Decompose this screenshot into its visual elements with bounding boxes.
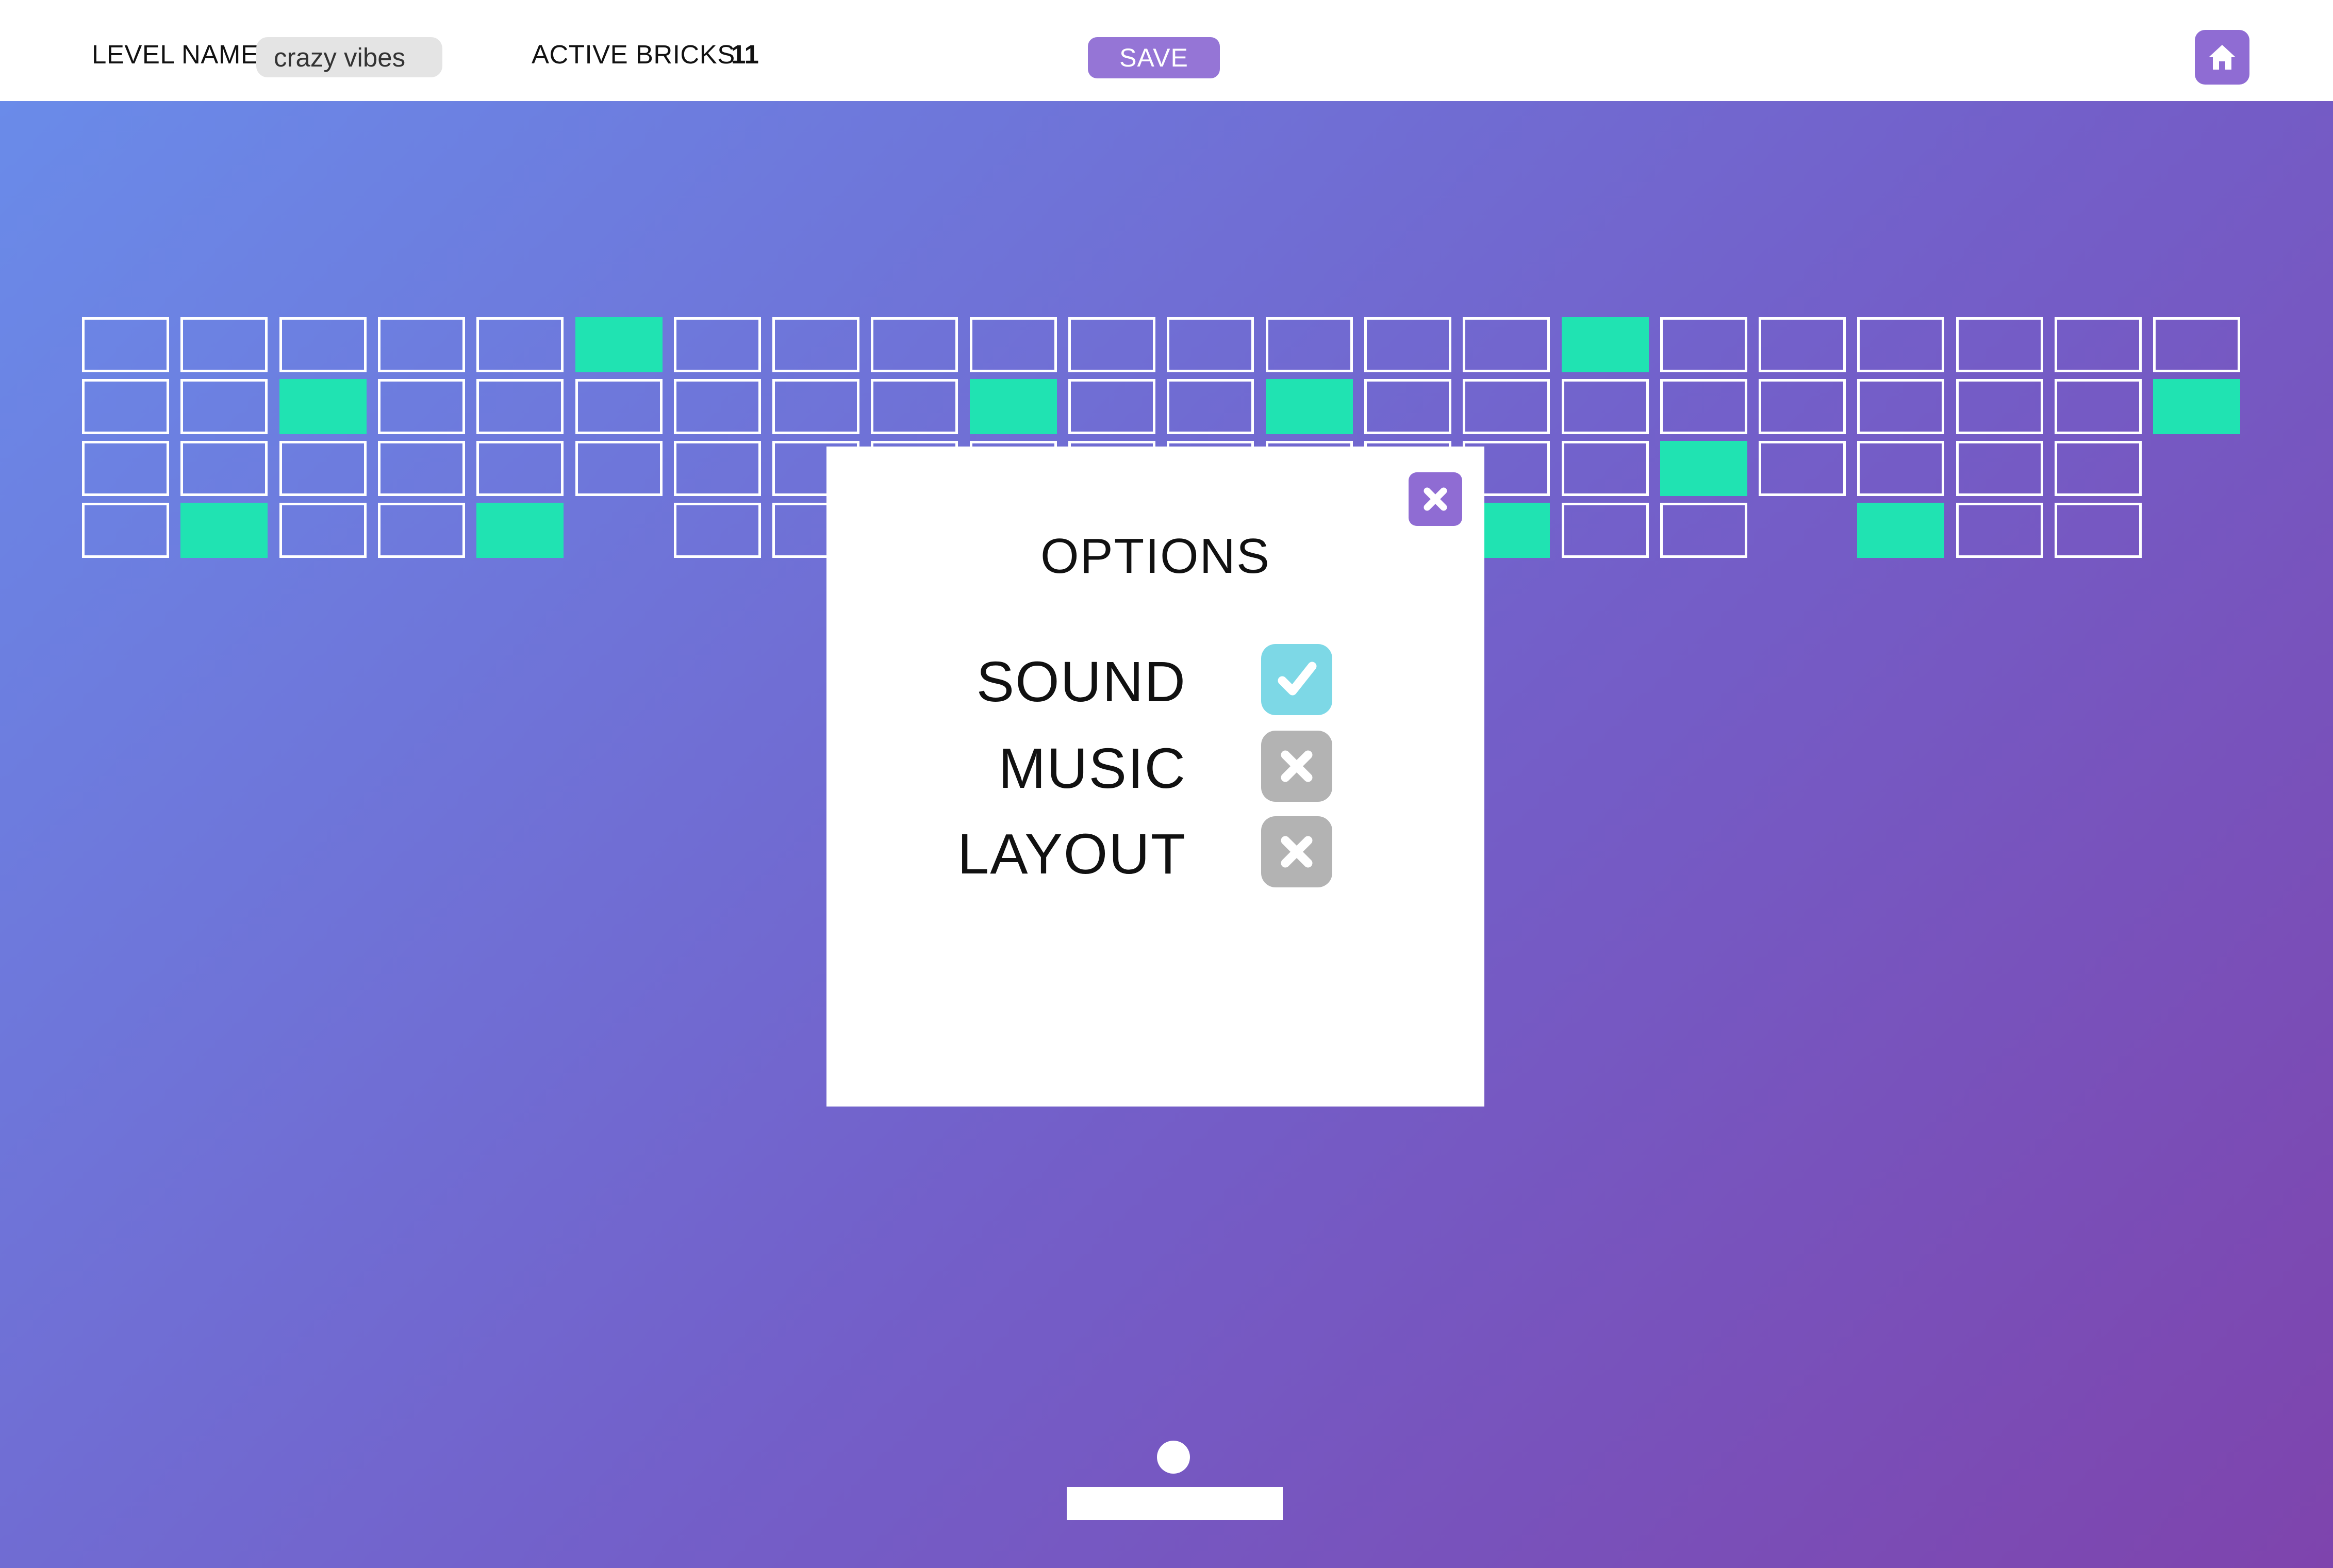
brick-empty[interactable] [871, 317, 958, 372]
brick-active[interactable] [575, 317, 663, 372]
brick-empty[interactable] [82, 441, 169, 496]
brick-empty[interactable] [1364, 379, 1451, 434]
options-modal: OPTIONS SOUND MUSIC LAYOUT [826, 447, 1484, 1107]
active-bricks-count: 11 [731, 40, 759, 69]
brick-empty[interactable] [180, 317, 268, 372]
brick-empty[interactable] [378, 379, 465, 434]
brick-empty[interactable] [1463, 317, 1550, 372]
brick-empty[interactable] [378, 317, 465, 372]
brick-empty[interactable] [2055, 503, 2142, 558]
brick-empty[interactable] [575, 379, 663, 434]
paddle[interactable] [1067, 1487, 1283, 1520]
option-toggle-sound[interactable] [1261, 644, 1332, 715]
brick-empty[interactable] [1857, 317, 1944, 372]
brick-empty[interactable] [674, 317, 761, 372]
brick-active[interactable] [1266, 379, 1353, 434]
brick-empty[interactable] [82, 503, 169, 558]
brick-empty[interactable] [1167, 317, 1254, 372]
brick-empty[interactable] [871, 379, 958, 434]
brick-empty[interactable] [2055, 379, 2142, 434]
brick-active[interactable] [2153, 379, 2240, 434]
brick-empty[interactable] [476, 441, 564, 496]
brick-active[interactable] [1660, 441, 1747, 496]
brick-empty[interactable] [2055, 317, 2142, 372]
brick-active[interactable] [476, 503, 564, 558]
x-icon [1281, 836, 1313, 868]
brick-empty[interactable] [1759, 379, 1846, 434]
brick-empty[interactable] [1562, 503, 1649, 558]
brick-empty[interactable] [1956, 441, 2043, 496]
brick-empty[interactable] [674, 503, 761, 558]
x-icon [1281, 750, 1313, 782]
brick-empty[interactable] [772, 379, 859, 434]
brick-active[interactable] [970, 379, 1057, 434]
brick-empty[interactable] [1068, 379, 1155, 434]
brick-empty[interactable] [1660, 379, 1747, 434]
option-toggle-music[interactable] [1261, 731, 1332, 802]
brick-empty[interactable] [1562, 379, 1649, 434]
brick-empty[interactable] [970, 317, 1057, 372]
brick-empty[interactable] [674, 379, 761, 434]
brick-empty[interactable] [378, 503, 465, 558]
brick-empty[interactable] [1167, 379, 1254, 434]
active-bricks-label: ACTIVE BRICKS [532, 40, 735, 69]
brick-active[interactable] [1562, 317, 1649, 372]
brick-empty[interactable] [1068, 317, 1155, 372]
brick-empty[interactable] [1660, 317, 1747, 372]
brick-active[interactable] [180, 503, 268, 558]
brick-empty[interactable] [1956, 379, 2043, 434]
options-title: OPTIONS [1040, 529, 1271, 584]
check-icon [1278, 662, 1317, 696]
option-label-sound: SOUND [976, 650, 1186, 714]
brick-empty[interactable] [1463, 379, 1550, 434]
brick-empty[interactable] [1956, 317, 2043, 372]
brick-empty[interactable] [1857, 379, 1944, 434]
brick-empty[interactable] [2055, 441, 2142, 496]
brick-empty[interactable] [1562, 441, 1649, 496]
brick-empty[interactable] [1857, 441, 1944, 496]
brick-empty[interactable] [82, 317, 169, 372]
close-button[interactable] [1409, 472, 1462, 526]
top-bar: LEVEL NAME ACTIVE BRICKS 11 SAVE [0, 0, 2333, 101]
brick-empty[interactable] [82, 379, 169, 434]
option-label-music: MUSIC [998, 737, 1186, 800]
brick-empty[interactable] [180, 441, 268, 496]
option-toggle-layout[interactable] [1261, 816, 1332, 887]
brick-empty[interactable] [2153, 317, 2240, 372]
save-button[interactable]: SAVE [1088, 37, 1220, 78]
ball [1157, 1441, 1190, 1474]
brick-empty[interactable] [279, 503, 367, 558]
brick-active[interactable] [1857, 503, 1944, 558]
brick-empty[interactable] [180, 379, 268, 434]
close-icon [1424, 487, 1447, 511]
brick-empty[interactable] [476, 379, 564, 434]
brick-empty[interactable] [279, 317, 367, 372]
brick-empty[interactable] [1266, 317, 1353, 372]
brick-empty[interactable] [674, 441, 761, 496]
brick-empty[interactable] [772, 317, 859, 372]
brick-empty[interactable] [1759, 317, 1846, 372]
home-icon [2209, 45, 2236, 70]
option-label-layout: LAYOUT [957, 822, 1186, 886]
brick-empty[interactable] [476, 317, 564, 372]
brick-empty[interactable] [1956, 503, 2043, 558]
brick-active[interactable] [279, 379, 367, 434]
brick-empty[interactable] [575, 441, 663, 496]
brick-empty[interactable] [1660, 503, 1747, 558]
brick-empty[interactable] [1759, 441, 1846, 496]
home-button[interactable] [2195, 30, 2249, 85]
level-name-input[interactable] [256, 37, 442, 77]
brick-empty[interactable] [279, 441, 367, 496]
level-name-label: LEVEL NAME [92, 40, 259, 69]
brick-empty[interactable] [378, 441, 465, 496]
brick-empty[interactable] [1364, 317, 1451, 372]
